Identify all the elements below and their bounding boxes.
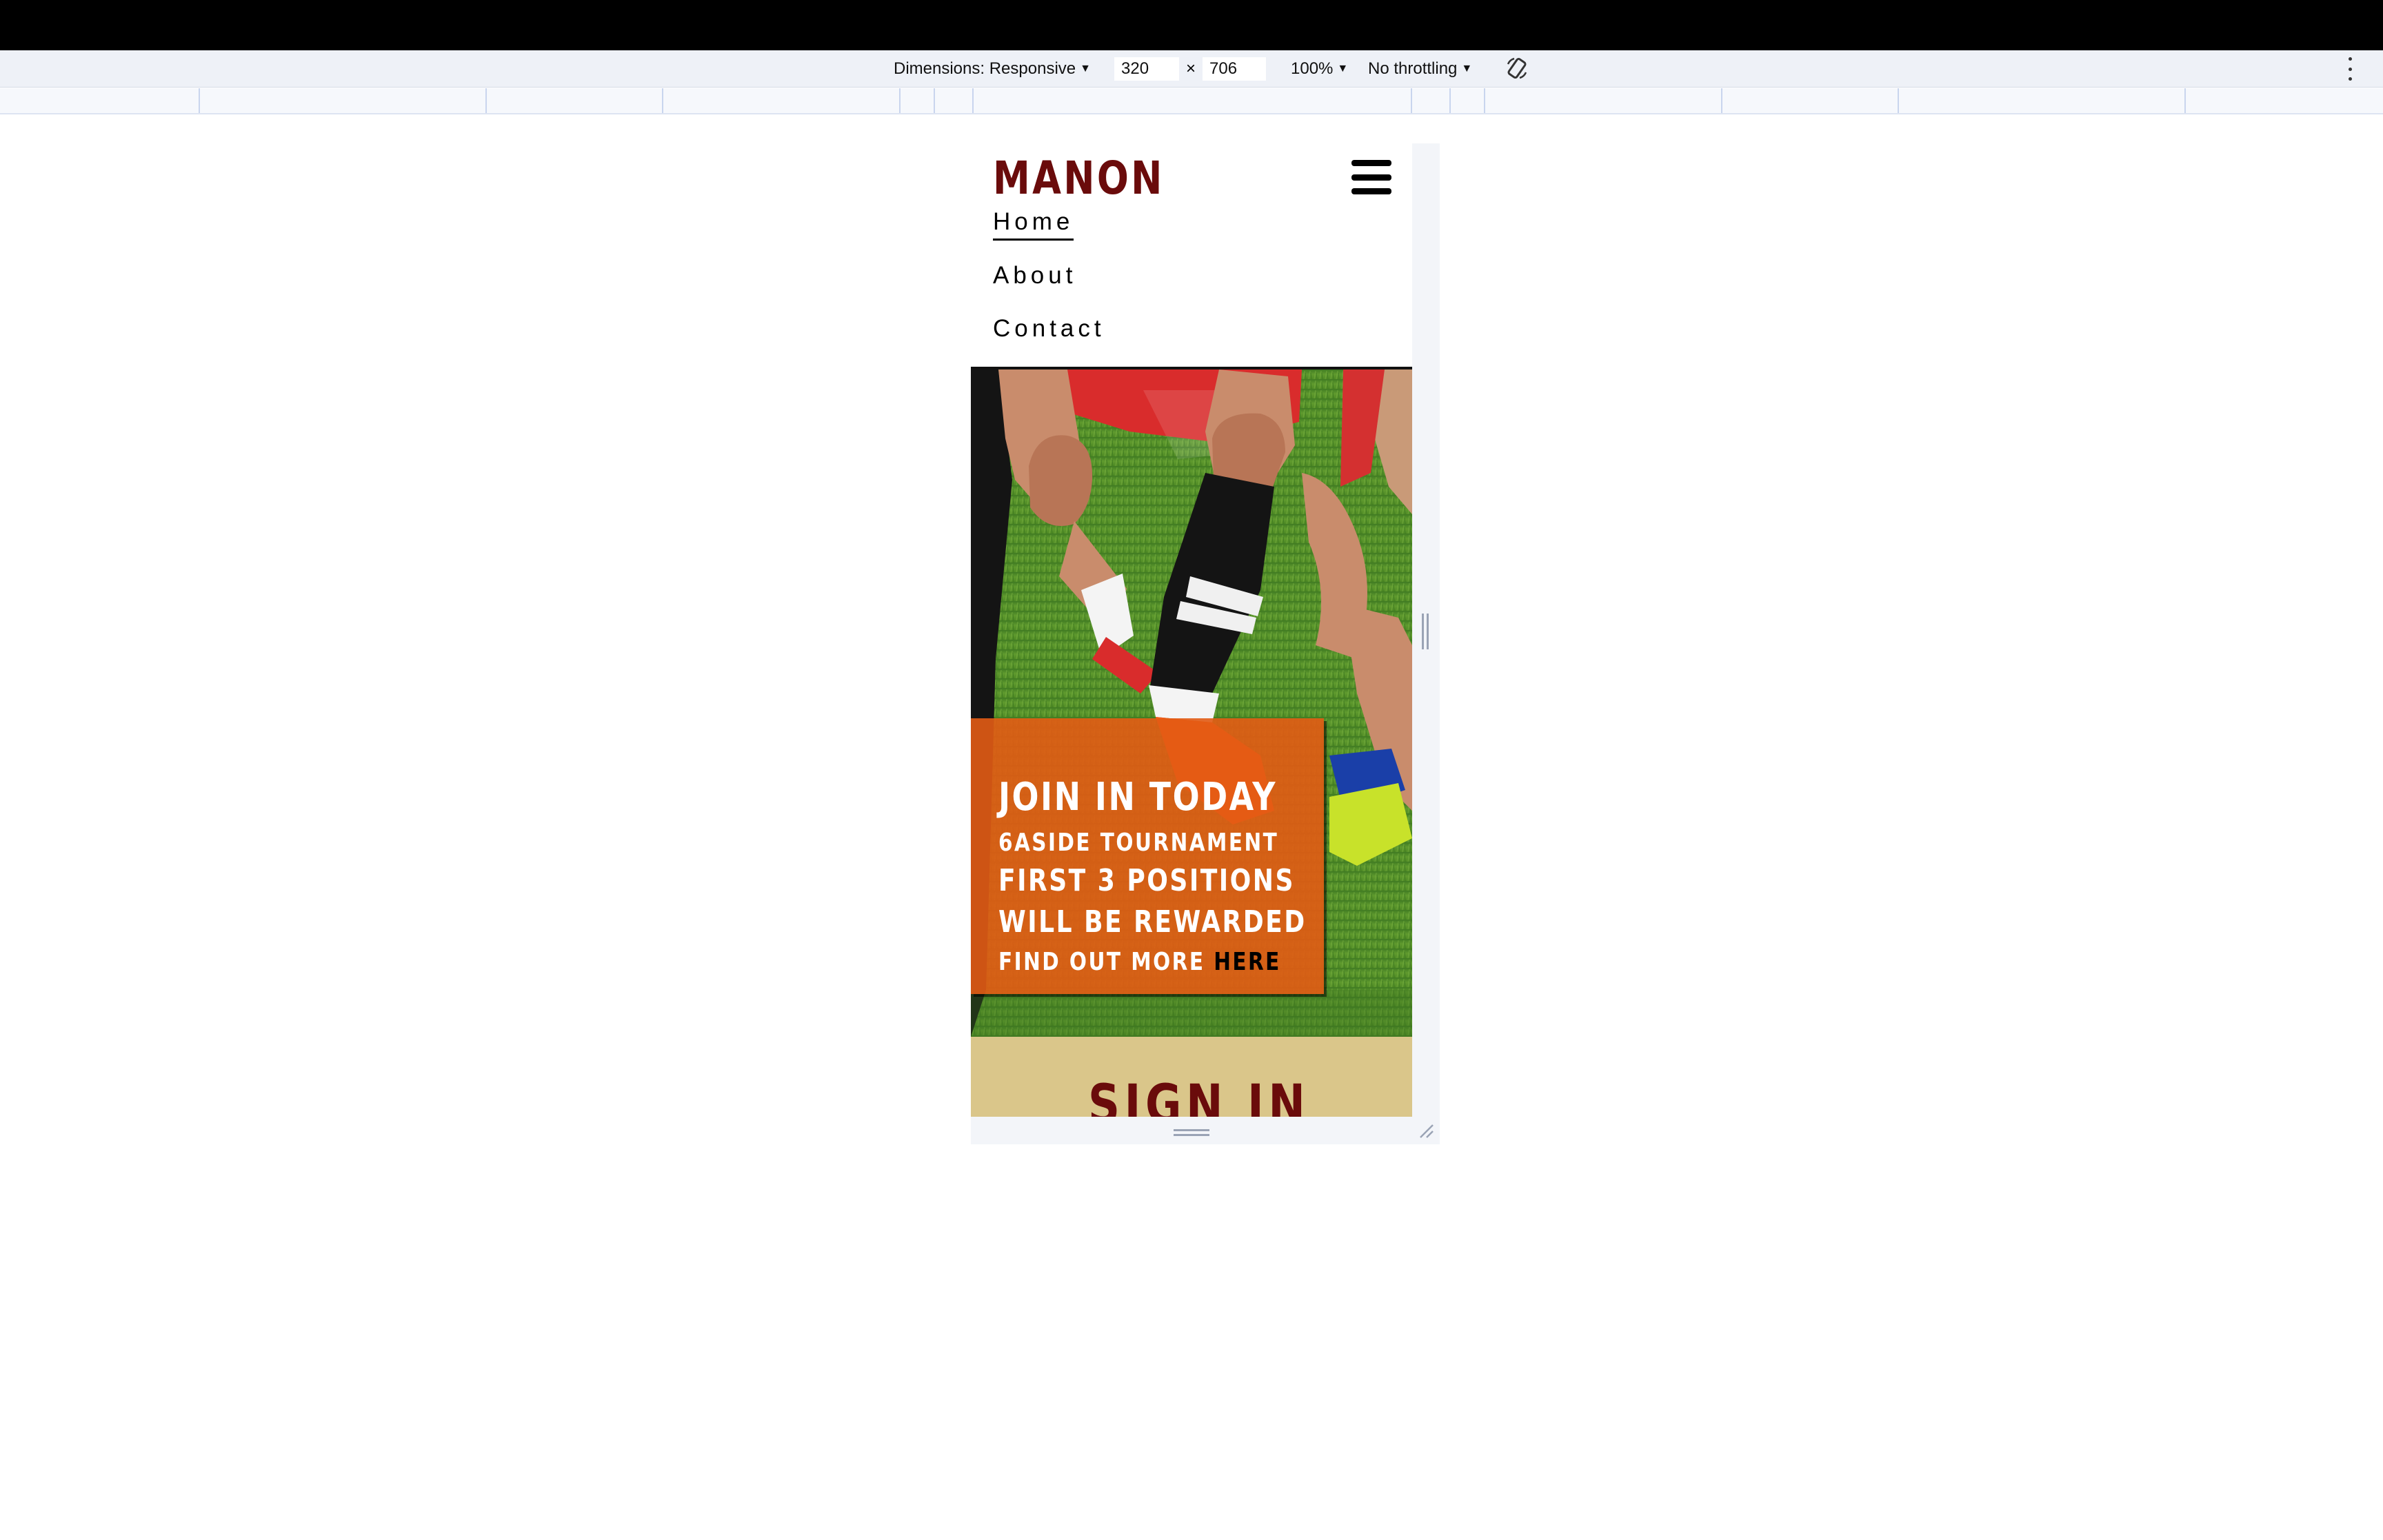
hero-section: JOIN IN TODAY 6ASIDE TOURNAMENT FIRST 3 … [971, 369, 1412, 1037]
dimensions-label: Dimensions: Responsive [894, 59, 1076, 78]
zoom-dropdown[interactable]: 100% ▼ [1291, 50, 1348, 88]
resize-handle-corner-icon[interactable] [1418, 1122, 1434, 1139]
dropdown-caret-icon: ▼ [1461, 63, 1473, 74]
promo-find-out-text: FIND OUT MORE [998, 948, 1214, 976]
sign-in-heading: SIGN IN [1088, 1074, 1310, 1117]
media-query-segment[interactable] [899, 88, 934, 113]
media-query-bar [0, 88, 2383, 114]
promo-line-positions: FIRST 3 POSITIONS [998, 863, 1295, 898]
promo-heading: JOIN IN TODAY [998, 775, 1277, 820]
top-black-strip [0, 0, 2383, 50]
resize-handle-right-icon[interactable] [1422, 614, 1429, 649]
device-viewport: MANON Home About Contact JOIN IN TODAY 6… [971, 143, 1412, 1117]
media-query-segment[interactable] [662, 88, 899, 113]
devtools-device-toolbar: Dimensions: Responsive ▼ × 100% ▼ No thr… [0, 50, 2383, 88]
dimensions-dropdown[interactable]: Dimensions: Responsive ▼ [894, 50, 1091, 88]
nav-link-contact[interactable]: Contact [993, 315, 1105, 343]
site-logo[interactable]: MANON [993, 152, 1165, 205]
media-query-segment[interactable] [1898, 88, 2184, 113]
media-query-segment[interactable] [1411, 88, 1449, 113]
media-query-segment[interactable] [485, 88, 662, 113]
promo-line-find-out: FIND OUT MORE HERE [998, 948, 1281, 976]
promo-here-link[interactable]: HERE [1214, 948, 1281, 976]
nav-link-about[interactable]: About [993, 262, 1076, 290]
media-query-segment[interactable] [1721, 88, 1898, 113]
tournament-promo-box: JOIN IN TODAY 6ASIDE TOURNAMENT FIRST 3 … [971, 718, 1324, 994]
media-query-segment[interactable] [1449, 88, 1484, 113]
dimensions-times-label: × [1186, 59, 1196, 78]
dropdown-caret-icon: ▼ [1080, 63, 1091, 74]
dropdown-caret-icon: ▼ [1337, 63, 1349, 74]
media-query-segment[interactable] [199, 88, 485, 113]
promo-line-rewarded: WILL BE REWARDED [998, 904, 1307, 940]
height-input[interactable] [1203, 57, 1266, 81]
hamburger-menu-icon[interactable] [1351, 160, 1391, 194]
rotate-icon[interactable] [1505, 56, 1529, 81]
resize-handle-bottom-icon[interactable] [1174, 1129, 1209, 1136]
throttling-label: No throttling [1368, 59, 1458, 78]
media-query-segment[interactable] [972, 88, 1411, 113]
sign-in-section: SIGN IN [971, 1037, 1412, 1117]
more-vertical-icon[interactable] [2346, 57, 2354, 81]
promo-line-tournament: 6ASIDE TOURNAMENT [998, 829, 1279, 857]
zoom-label: 100% [1291, 59, 1334, 78]
media-query-segment[interactable] [934, 88, 972, 113]
media-query-segment[interactable] [2184, 88, 2383, 113]
site-header: MANON Home About Contact [971, 143, 1412, 369]
width-input[interactable] [1114, 57, 1179, 81]
nav-link-home[interactable]: Home [993, 208, 1074, 241]
media-query-segment[interactable] [1484, 88, 1721, 113]
throttling-dropdown[interactable]: No throttling ▼ [1368, 50, 1472, 88]
